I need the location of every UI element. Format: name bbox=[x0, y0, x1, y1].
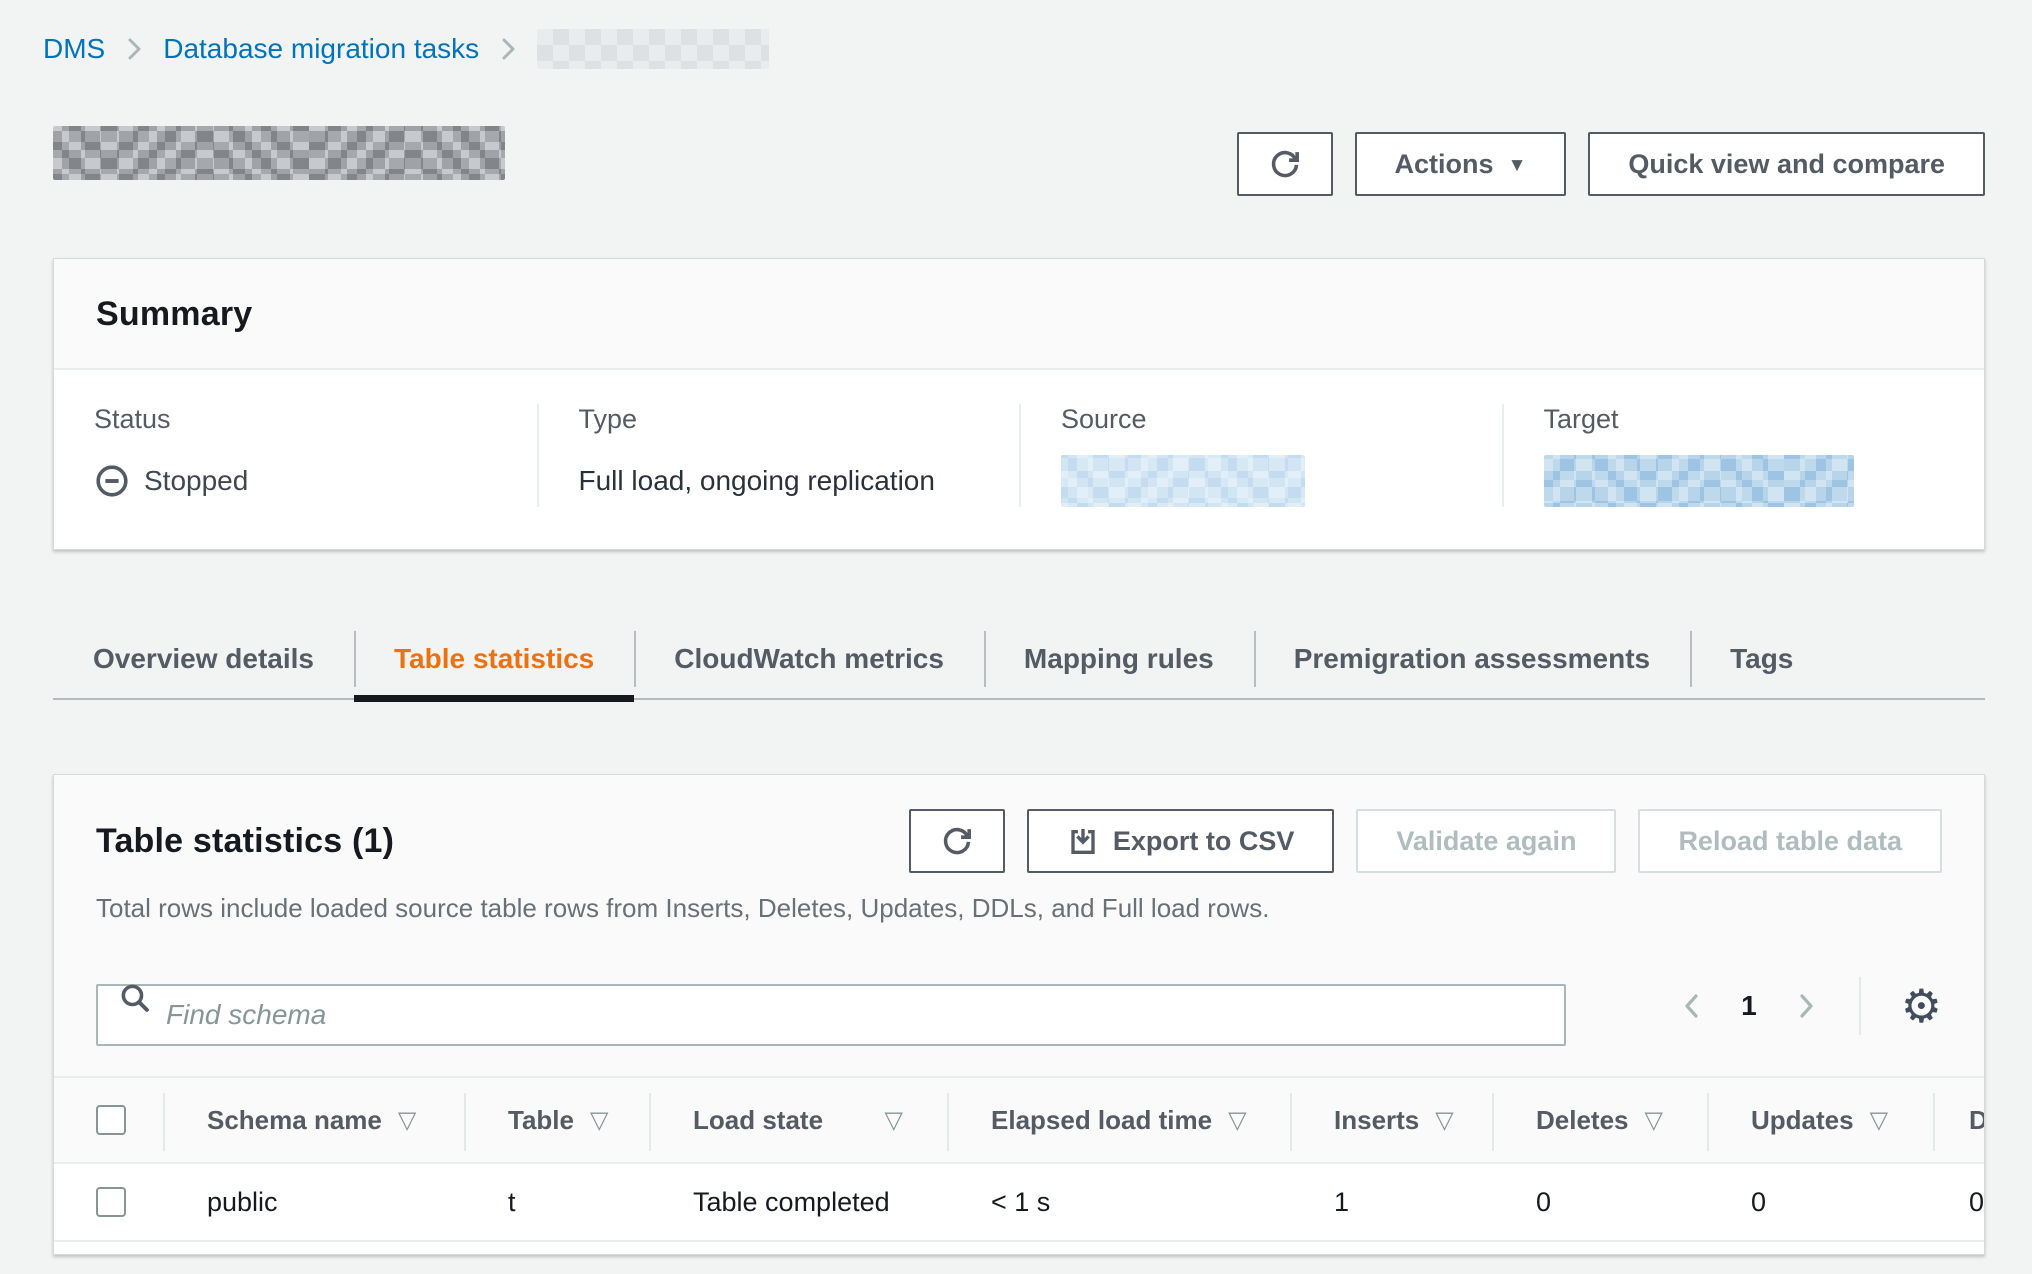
chevron-right-icon bbox=[1793, 989, 1819, 1023]
find-schema-input[interactable] bbox=[96, 984, 1566, 1046]
quick-view-compare-button[interactable]: Quick view and compare bbox=[1588, 132, 1985, 196]
tab-tags[interactable]: Tags bbox=[1690, 620, 1833, 698]
tab-premigration-assessments[interactable]: Premigration assessments bbox=[1254, 620, 1690, 698]
minus-circle-icon bbox=[94, 463, 130, 499]
column-header-load-state[interactable]: Load state ▽ bbox=[649, 1078, 947, 1162]
export-to-csv-label: Export to CSV bbox=[1113, 826, 1295, 857]
caret-down-icon: ▼ bbox=[1508, 156, 1527, 175]
cell-load-state: Table completed bbox=[649, 1164, 947, 1240]
table-panel-header: Table statistics (1) Export to CSV bbox=[54, 775, 1984, 1076]
reload-table-data-label: Reload table data bbox=[1678, 826, 1902, 857]
field-label: Status bbox=[94, 404, 497, 435]
breadcrumb: DMS Database migration tasks bbox=[43, 28, 1985, 70]
row-select-cell bbox=[54, 1164, 163, 1240]
table-statistics-panel: Table statistics (1) Export to CSV bbox=[53, 774, 1985, 1255]
schema-search bbox=[96, 966, 1566, 1046]
actions-button[interactable]: Actions ▼ bbox=[1355, 132, 1567, 196]
cell-elapsed-load-time: < 1 s bbox=[947, 1164, 1290, 1240]
summary-panel: Summary Status Stopped Type Full load, o… bbox=[53, 258, 1985, 550]
column-header-schema-name[interactable]: Schema name ▽ bbox=[163, 1078, 464, 1162]
status-value: Stopped bbox=[94, 455, 497, 507]
chevron-right-icon bbox=[123, 34, 145, 64]
table-header-row: Schema name ▽ Table ▽ Load state ▽ Elaps… bbox=[54, 1076, 1984, 1164]
column-header-table[interactable]: Table ▽ bbox=[464, 1078, 649, 1162]
refresh-button[interactable] bbox=[1237, 132, 1333, 196]
column-header-updates[interactable]: Updates ▽ bbox=[1707, 1078, 1933, 1162]
page-title-redacted bbox=[53, 126, 505, 180]
triangle-down-icon: ▽ bbox=[1435, 1106, 1453, 1134]
export-to-csv-button[interactable]: Export to CSV bbox=[1027, 809, 1335, 873]
dms-task-page: DMS Database migration tasks Actions ▼ Q… bbox=[0, 0, 2032, 1274]
cell-ddls: 0 bbox=[1933, 1164, 1985, 1240]
header-actions: Actions ▼ Quick view and compare bbox=[1237, 132, 1985, 196]
gear-icon[interactable]: ⚙ bbox=[1901, 983, 1942, 1029]
column-header-deletes[interactable]: Deletes ▽ bbox=[1492, 1078, 1707, 1162]
status-text: Stopped bbox=[144, 465, 248, 497]
next-page-button[interactable] bbox=[1793, 989, 1819, 1023]
cell-schema-name: public bbox=[163, 1164, 464, 1240]
cell-table: t bbox=[464, 1164, 649, 1240]
pagination: 1 ⚙ bbox=[1679, 977, 1942, 1035]
divider bbox=[1859, 977, 1861, 1035]
table-statistics-description: Total rows include loaded source table r… bbox=[96, 893, 1942, 924]
source-value-redacted bbox=[1061, 455, 1305, 507]
validate-again-label: Validate again bbox=[1396, 826, 1576, 857]
field-label: Type bbox=[579, 404, 980, 435]
table-refresh-button[interactable] bbox=[909, 809, 1005, 873]
select-all-cell bbox=[54, 1078, 163, 1162]
refresh-icon bbox=[1268, 147, 1302, 181]
tab-mapping-rules[interactable]: Mapping rules bbox=[984, 620, 1254, 698]
breadcrumb-link-tasks[interactable]: Database migration tasks bbox=[163, 33, 479, 65]
summary-field-target: Target bbox=[1502, 404, 1985, 507]
previous-page-button[interactable] bbox=[1679, 989, 1705, 1023]
table-statistics-table: Schema name ▽ Table ▽ Load state ▽ Elaps… bbox=[54, 1076, 1984, 1242]
quick-view-compare-label: Quick view and compare bbox=[1628, 149, 1945, 180]
tab-table-statistics[interactable]: Table statistics bbox=[354, 620, 634, 698]
triangle-down-icon: ▽ bbox=[1645, 1106, 1663, 1134]
cell-deletes: 0 bbox=[1492, 1164, 1707, 1240]
triangle-down-icon: ▽ bbox=[1870, 1106, 1888, 1134]
download-icon bbox=[1067, 825, 1099, 857]
summary-field-status: Status Stopped bbox=[54, 404, 537, 507]
chevron-left-icon bbox=[1679, 989, 1705, 1023]
filter-row: 1 ⚙ bbox=[96, 966, 1942, 1076]
summary-panel-header: Summary bbox=[54, 259, 1984, 370]
row-checkbox[interactable] bbox=[96, 1187, 126, 1217]
column-header-elapsed-load-time[interactable]: Elapsed load time ▽ bbox=[947, 1078, 1290, 1162]
triangle-down-icon: ▽ bbox=[885, 1106, 903, 1134]
page-header: Actions ▼ Quick view and compare bbox=[53, 96, 1985, 200]
current-page-number: 1 bbox=[1741, 990, 1757, 1022]
column-header-ddls[interactable]: DDLs bbox=[1933, 1078, 1985, 1162]
column-header-inserts[interactable]: Inserts ▽ bbox=[1290, 1078, 1492, 1162]
triangle-down-icon: ▽ bbox=[398, 1106, 416, 1134]
breadcrumb-current-redacted bbox=[537, 29, 769, 69]
chevron-right-icon bbox=[497, 34, 519, 64]
triangle-down-icon: ▽ bbox=[1228, 1106, 1246, 1134]
summary-field-source: Source bbox=[1019, 404, 1502, 507]
reload-table-data-button[interactable]: Reload table data bbox=[1638, 809, 1942, 873]
target-value-redacted bbox=[1544, 455, 1854, 507]
summary-field-type: Type Full load, ongoing replication bbox=[537, 404, 1020, 507]
summary-title: Summary bbox=[96, 295, 1942, 334]
table-actions: Export to CSV Validate again Reload tabl… bbox=[909, 809, 1942, 873]
summary-fields: Status Stopped Type Full load, ongoing r… bbox=[54, 370, 1984, 549]
table-row: public t Table completed < 1 s 1 0 0 0 bbox=[54, 1164, 1984, 1242]
field-label: Source bbox=[1061, 404, 1462, 435]
validate-again-button[interactable]: Validate again bbox=[1356, 809, 1616, 873]
select-all-checkbox[interactable] bbox=[96, 1105, 126, 1135]
refresh-icon bbox=[940, 824, 974, 858]
breadcrumb-link-dms[interactable]: DMS bbox=[43, 33, 105, 65]
field-label: Target bbox=[1544, 404, 1945, 435]
table-statistics-title: Table statistics (1) bbox=[96, 822, 394, 861]
triangle-down-icon: ▽ bbox=[590, 1106, 608, 1134]
tab-bar: Overview details Table statistics CloudW… bbox=[53, 620, 1985, 700]
tab-overview-details[interactable]: Overview details bbox=[53, 620, 354, 698]
cell-updates: 0 bbox=[1707, 1164, 1933, 1240]
cell-inserts: 1 bbox=[1290, 1164, 1492, 1240]
actions-button-label: Actions bbox=[1395, 149, 1494, 180]
type-value: Full load, ongoing replication bbox=[579, 455, 980, 507]
tab-cloudwatch-metrics[interactable]: CloudWatch metrics bbox=[634, 620, 984, 698]
